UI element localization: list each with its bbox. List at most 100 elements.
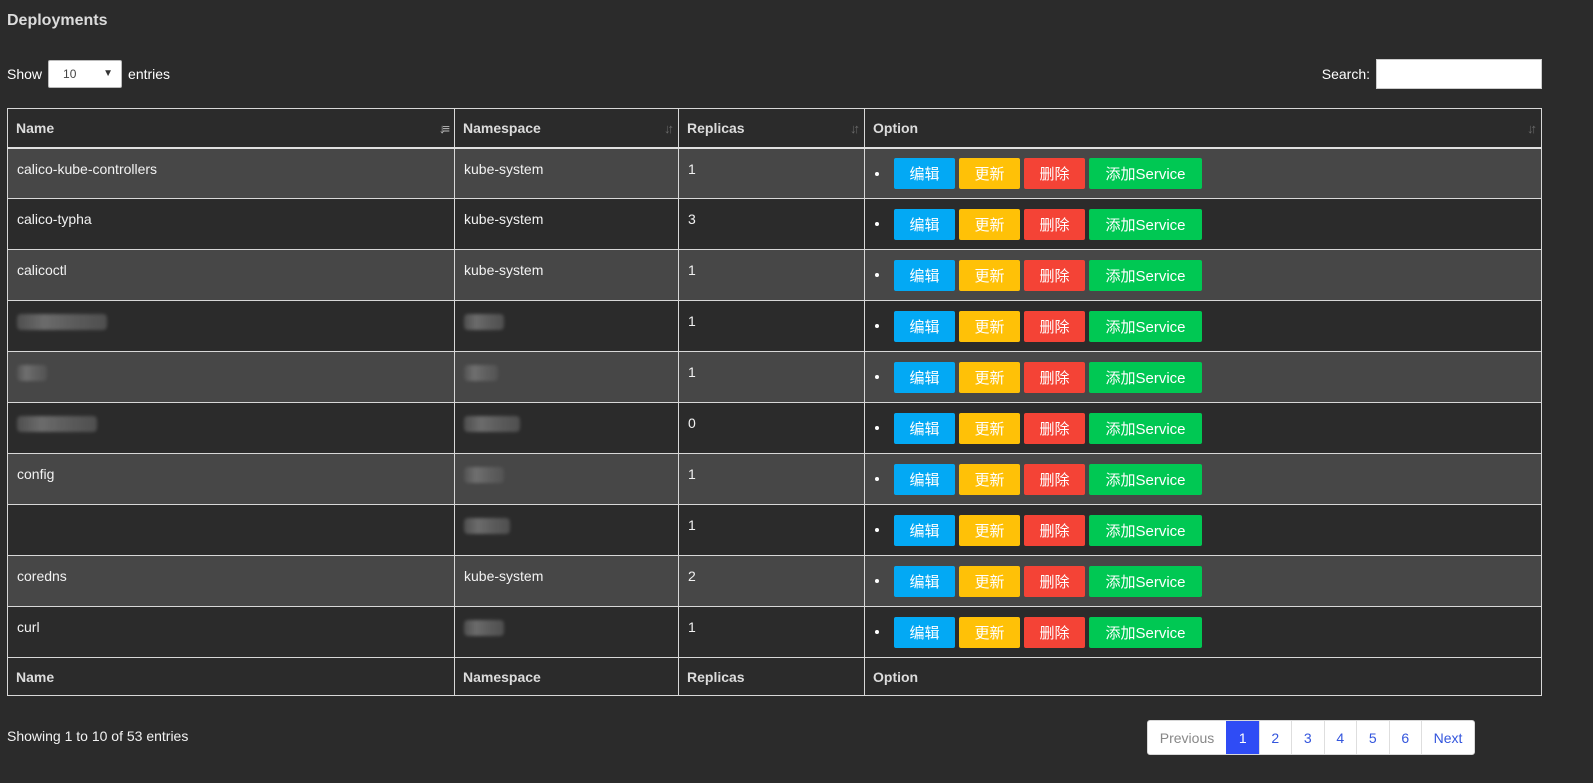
delete-button[interactable]: 删除	[1024, 565, 1085, 597]
column-header-replicas[interactable]: Replicas ↓↑	[678, 108, 865, 149]
add-service-button[interactable]: 添加Service	[1089, 310, 1202, 342]
edit-button[interactable]: 编辑	[894, 463, 955, 495]
redacted-text	[464, 416, 520, 433]
table-row: calico-kube-controllers kube-system 1 编辑 更新删…	[7, 147, 1542, 199]
add-service-button[interactable]: 添加Service	[1089, 259, 1202, 291]
cell-name-text: curl	[17, 619, 40, 635]
update-button[interactable]: 更新	[959, 463, 1020, 495]
delete-button[interactable]: 删除	[1024, 259, 1085, 291]
add-service-button[interactable]: 添加Service	[1089, 565, 1202, 597]
table-info: Showing 1 to 10 of 53 entries	[7, 728, 189, 744]
delete-button[interactable]: 删除	[1024, 208, 1085, 240]
redacted-text	[464, 518, 510, 535]
cell-name-text: calico-typha	[17, 211, 92, 227]
redacted-text	[464, 620, 504, 637]
page-button-6[interactable]: 6	[1388, 721, 1422, 754]
previous-page-button[interactable]: Previous	[1148, 721, 1226, 754]
cell-name-text: calicoctl	[17, 262, 67, 278]
add-service-button[interactable]: 添加Service	[1089, 463, 1202, 495]
search-input[interactable]	[1376, 59, 1542, 89]
cell-option: 编辑 更新 删除 添加Service	[864, 198, 1542, 250]
update-button[interactable]: 更新	[959, 514, 1020, 546]
edit-button[interactable]: 编辑	[894, 412, 955, 444]
update-button[interactable]: 更新	[959, 310, 1020, 342]
edit-button[interactable]: 编辑	[894, 259, 955, 291]
edit-button[interactable]: 编辑	[894, 514, 955, 546]
page-button-2[interactable]: 2	[1258, 721, 1292, 754]
column-header-option[interactable]: Option ↓↑	[864, 108, 1542, 149]
edit-button[interactable]: 编辑	[894, 565, 955, 597]
search-control: Search:	[1322, 59, 1542, 89]
row-actions: 编辑 更新 删除 添加Service	[873, 565, 1532, 597]
cell-replicas-text: 1	[688, 517, 696, 533]
add-service-button[interactable]: 添加Service	[1089, 616, 1202, 648]
table-row: calicoctl kube-system 1 编辑 更新 删除 添加Service	[7, 249, 1542, 301]
delete-button[interactable]: 删除	[1024, 361, 1085, 393]
delete-button[interactable]: 删除	[1024, 158, 1085, 189]
update-button[interactable]: 更新	[959, 361, 1020, 393]
add-service-button[interactable]: 添加Service	[1089, 158, 1202, 189]
deployments-page: Deployments Show 10 ▼ entries Search: Na…	[0, 0, 1593, 783]
update-button[interactable]: 更新	[959, 158, 1020, 189]
edit-button[interactable]: 编辑	[894, 616, 955, 648]
sort-asc-icon: ↓≡	[438, 121, 450, 136]
table-row: calico-typha kube-system 3 编辑 更新 删除 添加Service	[7, 198, 1542, 250]
cell-namespace-text: kube-system	[464, 211, 544, 227]
cell-replicas: 0	[678, 402, 865, 454]
update-button[interactable]: 更新	[959, 259, 1020, 291]
show-label: Show	[7, 66, 43, 82]
entries-select[interactable]: 10 ▼	[48, 60, 123, 88]
update-button[interactable]: 更新	[959, 208, 1020, 240]
cell-name	[7, 504, 455, 556]
page-button-5[interactable]: 5	[1356, 721, 1389, 754]
delete-button[interactable]: 删除	[1024, 514, 1085, 546]
cell-replicas: 3	[678, 198, 865, 250]
edit-button[interactable]: 编辑	[894, 208, 955, 240]
add-service-button[interactable]: 添加Service	[1089, 412, 1202, 444]
cell-replicas-text: 1	[688, 262, 696, 278]
redacted-text	[464, 314, 504, 331]
cell-name	[7, 402, 455, 454]
delete-button[interactable]: 删除	[1024, 463, 1085, 495]
bullet-icon	[875, 630, 879, 634]
table-header-row: Name ↓≡ Namespace ↓↑ Replicas ↓↑ Option …	[7, 108, 1542, 149]
edit-button[interactable]: 编辑	[894, 310, 955, 342]
update-button[interactable]: 更新	[959, 565, 1020, 597]
page-button-3[interactable]: 3	[1291, 721, 1324, 754]
edit-button[interactable]: 编辑	[894, 158, 955, 189]
table-row: curl 1 编辑 更新 删除 添加Service	[7, 606, 1542, 658]
column-header-namespace[interactable]: Namespace ↓↑	[454, 108, 679, 149]
cell-name: calico-typha	[7, 198, 455, 250]
redacted-text	[464, 467, 504, 484]
cell-name	[7, 300, 455, 352]
row-actions: 编辑 更新 删除 添加Service	[873, 310, 1532, 342]
bullet-icon	[875, 426, 879, 430]
update-button[interactable]: 更新	[959, 412, 1020, 444]
delete-button[interactable]: 删除	[1024, 310, 1085, 342]
bullet-icon	[875, 171, 879, 176]
column-header-name[interactable]: Name ↓≡	[7, 108, 455, 149]
bullet-icon	[875, 528, 879, 532]
cell-namespace	[454, 300, 679, 352]
row-actions: 编辑 更新 删除 添加Service	[873, 361, 1532, 393]
cell-replicas: 1	[678, 300, 865, 352]
page-button-4[interactable]: 4	[1323, 721, 1357, 754]
delete-button[interactable]: 删除	[1024, 412, 1085, 444]
update-button[interactable]: 更新	[959, 616, 1020, 648]
cell-namespace	[454, 402, 679, 454]
cell-replicas-text: 0	[688, 415, 696, 431]
delete-button[interactable]: 删除	[1024, 616, 1085, 648]
add-service-button[interactable]: 添加Service	[1089, 514, 1202, 546]
cell-name: curl	[7, 606, 455, 658]
bullet-icon	[875, 375, 879, 379]
cell-replicas-text: 1	[688, 619, 696, 635]
cell-option: 编辑 更新 删除 添加Service	[864, 402, 1542, 454]
add-service-button[interactable]: 添加Service	[1089, 361, 1202, 393]
bullet-icon	[875, 273, 879, 277]
page-button-1[interactable]: 1	[1226, 721, 1259, 754]
edit-button[interactable]: 编辑	[894, 361, 955, 393]
next-page-button[interactable]: Next	[1421, 721, 1474, 754]
cell-replicas: 1	[678, 147, 865, 199]
cell-namespace	[454, 351, 679, 403]
add-service-button[interactable]: 添加Service	[1089, 208, 1202, 240]
